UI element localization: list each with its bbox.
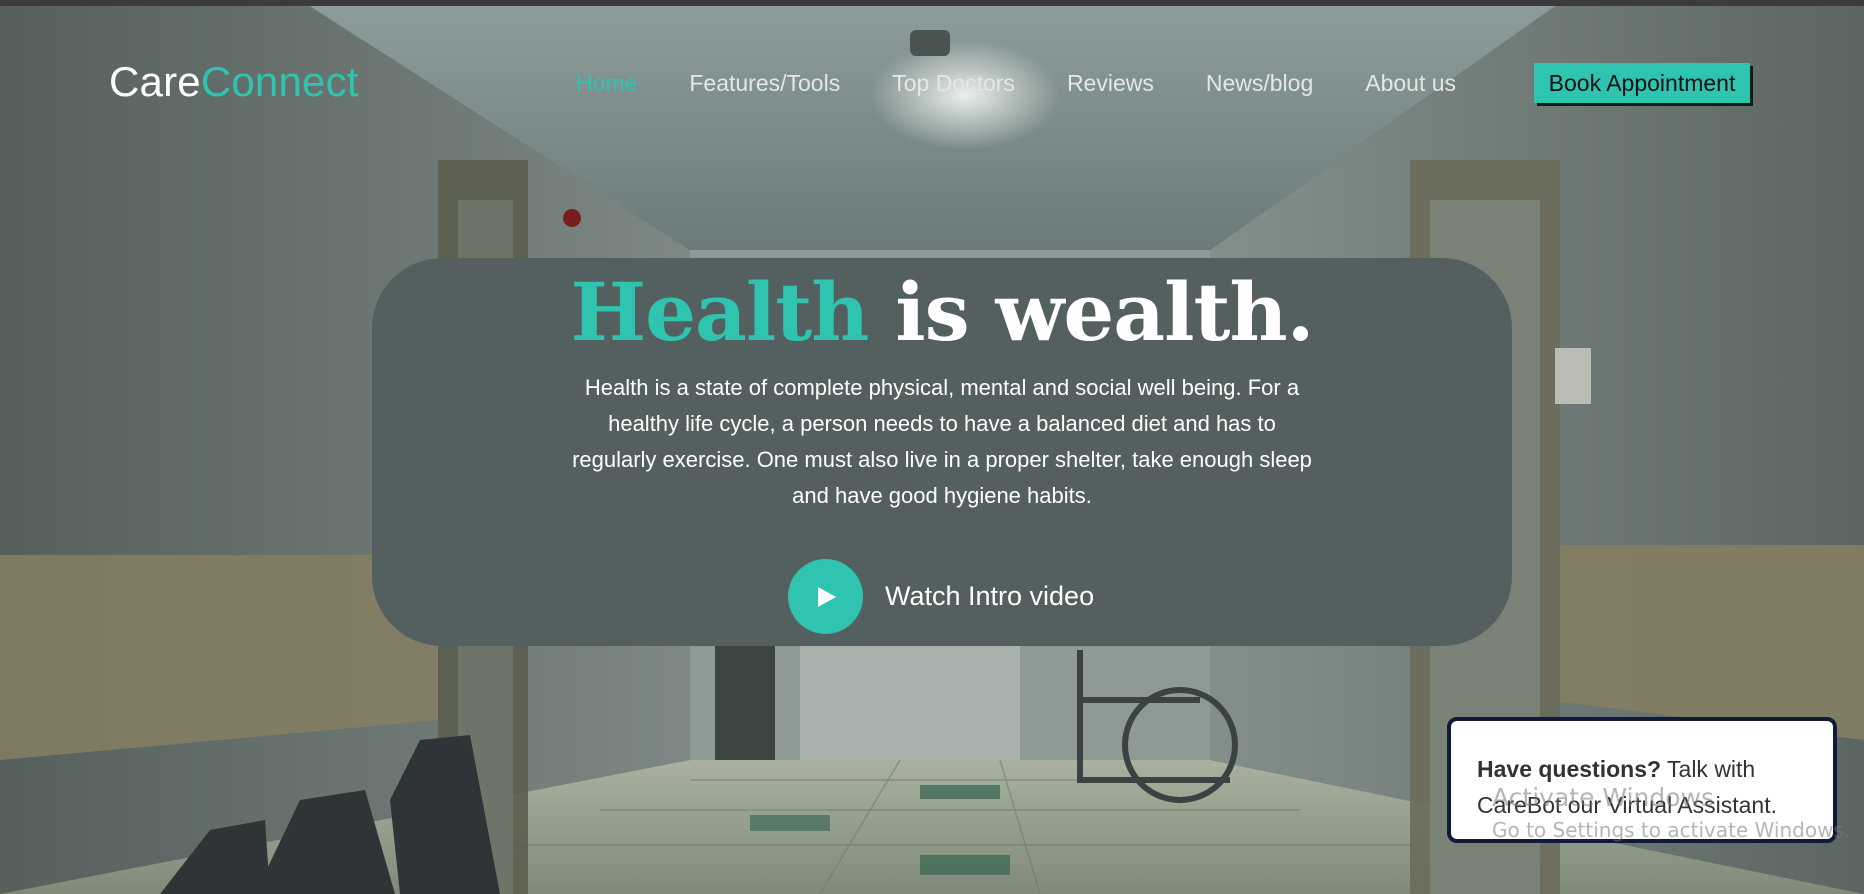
hero-card: Health is wealth. Health is a state of c… (372, 258, 1512, 646)
page: CareConnect Home Features/Tools Top Doct… (0, 0, 1864, 894)
chat-prompt-bold: Have questions? (1477, 756, 1662, 782)
hero-title-rest: is wealth. (868, 265, 1314, 359)
nav-about-us[interactable]: About us (1365, 70, 1456, 97)
nav-top-doctors[interactable]: Top Doctors (892, 70, 1015, 97)
nav-reviews[interactable]: Reviews (1067, 70, 1154, 97)
hero-title-accent: Health (570, 265, 870, 359)
site-header: CareConnect Home Features/Tools Top Doct… (0, 6, 1864, 156)
watch-intro-video-label: Watch Intro video (885, 581, 1095, 611)
nav-features-tools[interactable]: Features/Tools (689, 70, 840, 97)
play-icon (817, 586, 836, 607)
main-nav: Home Features/Tools Top Doctors Reviews … (576, 70, 1508, 97)
hero-description: Health is a state of complete physical, … (572, 375, 1312, 508)
nav-news-blog[interactable]: News/blog (1206, 70, 1313, 97)
brand-name-part-1: Care (109, 58, 201, 105)
hero-title: Health is wealth. (372, 264, 1512, 360)
brand-name-part-2: Connect (200, 58, 359, 105)
brand-logo[interactable]: CareConnect (109, 58, 359, 106)
play-button[interactable] (788, 559, 863, 634)
watch-intro-video[interactable]: Watch Intro video (788, 559, 1094, 634)
nav-home[interactable]: Home (576, 70, 637, 97)
chat-prompt: Have questions? Talk with CareBot our Vi… (1477, 751, 1817, 823)
browser-top-edge (0, 0, 1864, 6)
carebot-chat-widget[interactable]: Have questions? Talk with CareBot our Vi… (1447, 717, 1837, 843)
book-appointment-button[interactable]: Book Appointment (1534, 63, 1750, 103)
